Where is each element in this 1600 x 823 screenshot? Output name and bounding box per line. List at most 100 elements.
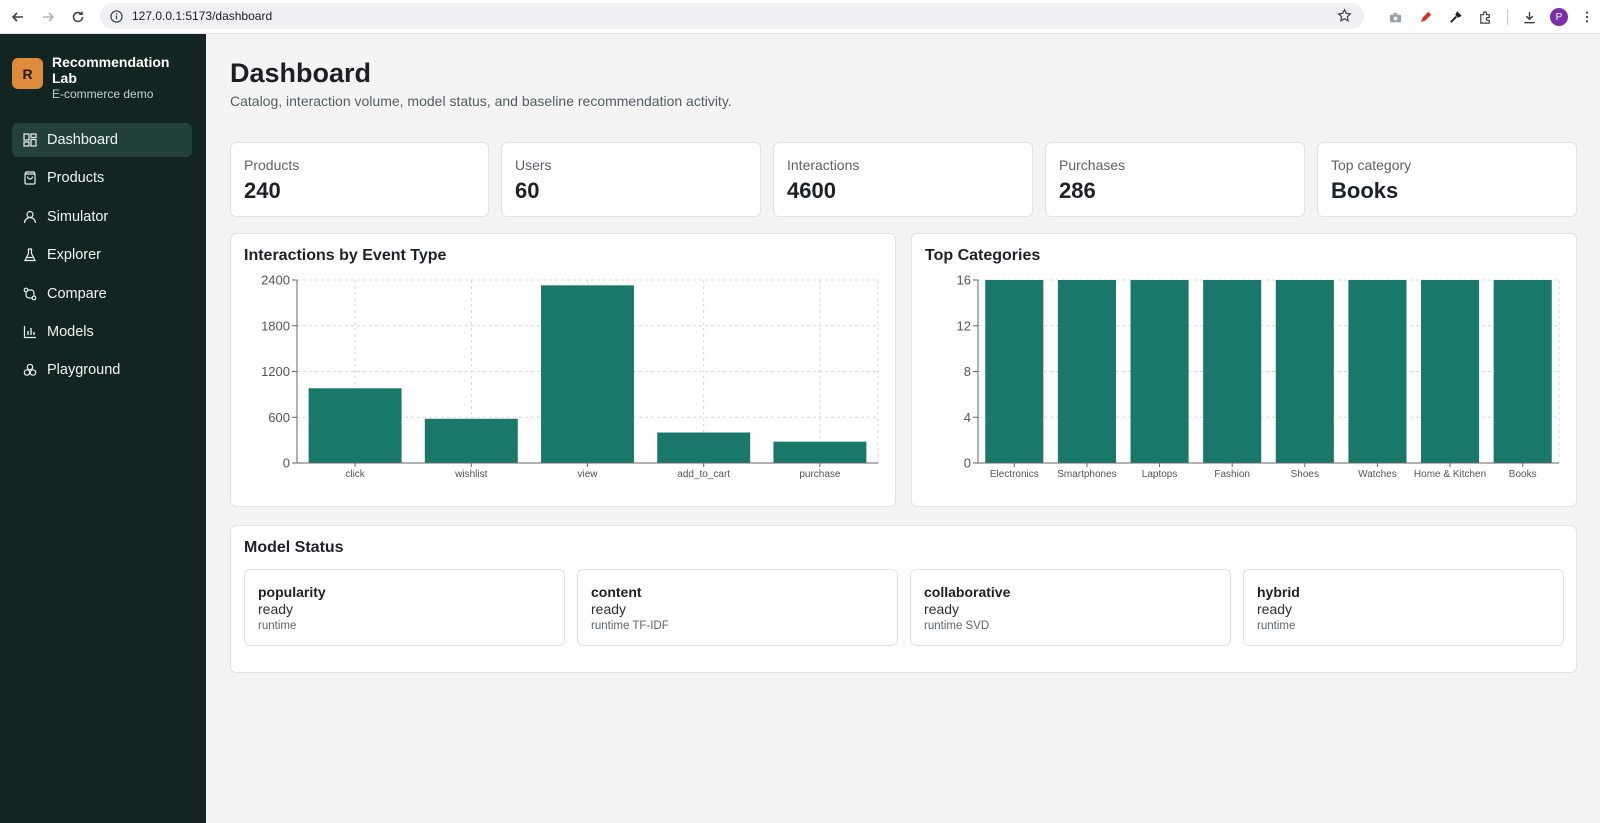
model-card-collaborative: collaborative ready runtime SVD: [910, 569, 1231, 646]
y-tick-label: 4: [964, 410, 971, 425]
bar-view[interactable]: [541, 285, 634, 463]
x-tick-label: Electronics: [990, 469, 1039, 480]
y-tick-label: 1800: [261, 318, 290, 333]
sidebar-item-simulator[interactable]: Simulator: [12, 200, 192, 234]
model-runtime: runtime: [1257, 620, 1296, 632]
stat-card-products: Products 240: [230, 142, 489, 217]
bar-purchase[interactable]: [773, 441, 867, 463]
bar-wishlist[interactable]: [424, 418, 518, 463]
page-title: Dashboard: [230, 58, 372, 88]
sidebar-item-compare[interactable]: Compare: [12, 277, 192, 311]
x-tick-label: purchase: [799, 469, 841, 480]
bar-click[interactable]: [308, 388, 402, 463]
stat-card-users: Users 60: [501, 142, 761, 217]
stat-value: 240: [244, 178, 281, 203]
extensions-area: P: [1380, 0, 1600, 34]
stat-label: Top category: [1331, 157, 1412, 173]
bar-watches[interactable]: [1348, 280, 1407, 463]
model-runtime: runtime: [258, 620, 297, 632]
main-content: Dashboard Catalog, interaction volume, m…: [206, 34, 1600, 823]
model-name: hybrid: [1257, 584, 1300, 600]
page-subtitle: Catalog, interaction volume, model statu…: [230, 93, 732, 109]
sidebar-item-models[interactable]: Models: [12, 315, 192, 349]
sidebar-item-label: Playground: [47, 362, 121, 379]
puzzle-icon: [23, 364, 37, 377]
y-tick-label: 0: [283, 456, 290, 471]
reload-button[interactable]: [63, 2, 93, 32]
info-icon[interactable]: [108, 8, 124, 24]
url-text: 127.0.0.1:5173/dashboard: [132, 9, 273, 23]
eyedropper-icon[interactable]: [1440, 2, 1470, 32]
sidebar: R Recommendation Lab E-commerce demo Das…: [0, 34, 206, 823]
x-tick-label: Smartphones: [1057, 469, 1116, 480]
chart-card-top-categories: Top Categories 0 4 8 12 16 Electronics Smartph…: [911, 233, 1577, 507]
toolbar-divider: [1500, 2, 1514, 32]
bar-shoes[interactable]: [1275, 280, 1334, 463]
bar-home-kitchen[interactable]: [1421, 280, 1480, 463]
stat-card-interactions: Interactions 4600: [773, 142, 1033, 217]
dashboard-icon: [23, 133, 37, 147]
stat-value: Books: [1331, 178, 1399, 203]
puzzle-extension-icon[interactable]: [1470, 2, 1500, 32]
model-name: collaborative: [924, 584, 1011, 600]
bar-fashion[interactable]: [1203, 280, 1262, 463]
model-card-content: content ready runtime TF-IDF: [577, 569, 898, 646]
bar-electronics[interactable]: [985, 280, 1044, 463]
stat-value: 4600: [787, 178, 836, 203]
bar-smartphones[interactable]: [1057, 280, 1116, 463]
stat-card-top-category: Top category Books: [1317, 142, 1577, 217]
bar-books[interactable]: [1493, 280, 1552, 463]
x-tick-label: Watches: [1358, 469, 1397, 480]
sidebar-item-products[interactable]: Products: [12, 161, 192, 195]
model-runtime: runtime SVD: [924, 620, 990, 632]
x-tick-label: Books: [1509, 469, 1537, 480]
model-card-hybrid: hybrid ready runtime: [1243, 569, 1564, 646]
kebab-menu-icon[interactable]: [1574, 2, 1600, 32]
y-tick-label: 0: [964, 456, 971, 471]
sidebar-item-label: Simulator: [47, 208, 109, 225]
download-icon[interactable]: [1514, 2, 1544, 32]
brand-logo: R: [12, 58, 43, 89]
flask-icon: [24, 248, 36, 262]
y-tick-label: 1200: [261, 364, 290, 379]
stat-label: Interactions: [787, 157, 860, 173]
bookmark-star-icon[interactable]: [1337, 8, 1352, 28]
x-tick-label: Home & Kitchen: [1414, 469, 1486, 480]
model-status-text: ready: [1257, 601, 1293, 617]
event-type-bar-chart: 0 600 1200 1800 2400 click wishlist view add_to_…: [261, 273, 879, 480]
sidebar-item-label: Compare: [47, 285, 107, 302]
sidebar-nav: Dashboard Products Simulator Explorer Co…: [12, 123, 192, 392]
brand-subtitle: E-commerce demo: [52, 87, 154, 101]
reload-icon: [72, 11, 84, 22]
brand-title: Recommendation Lab: [52, 54, 170, 86]
y-tick-label: 600: [268, 410, 290, 425]
top-categories-bar-chart: 0 4 8 12 16 Electronics Smartphones Laptops Fash…: [957, 273, 1560, 480]
browser-toolbar: 127.0.0.1:5173/dashboard P: [0, 0, 1600, 34]
y-tick-label: 2400: [261, 273, 290, 288]
x-tick-label: wishlist: [454, 469, 487, 480]
forward-button[interactable]: [33, 2, 63, 32]
sidebar-item-explorer[interactable]: Explorer: [12, 238, 192, 272]
stat-label: Users: [515, 157, 552, 173]
stat-card-purchases: Purchases 286: [1045, 142, 1305, 217]
model-status-text: ready: [591, 601, 627, 617]
model-runtime: runtime TF-IDF: [591, 620, 669, 632]
camera-icon[interactable]: [1380, 2, 1410, 32]
back-button[interactable]: [3, 2, 33, 32]
stat-value: 60: [515, 178, 540, 203]
bar-laptops[interactable]: [1130, 280, 1189, 463]
brand: R Recommendation Lab E-commerce demo: [12, 54, 182, 101]
sidebar-item-dashboard[interactable]: Dashboard: [12, 123, 192, 157]
sidebar-item-label: Dashboard: [47, 132, 118, 148]
sidebar-item-playground[interactable]: Playground: [12, 353, 192, 387]
y-tick-label: 8: [964, 364, 971, 379]
model-status-panel: Model Status popularity ready runtime co…: [230, 525, 1577, 673]
x-tick-label: click: [345, 469, 365, 480]
address-bar[interactable]: 127.0.0.1:5173/dashboard: [100, 3, 1364, 29]
profile-avatar[interactable]: P: [1544, 2, 1574, 32]
pen-extension-icon[interactable]: [1410, 2, 1440, 32]
bar-add-to-cart[interactable]: [657, 432, 751, 464]
arrow-left-icon: [11, 11, 23, 22]
model-status-title: Model Status: [244, 539, 344, 556]
x-tick-label: Shoes: [1291, 469, 1319, 480]
